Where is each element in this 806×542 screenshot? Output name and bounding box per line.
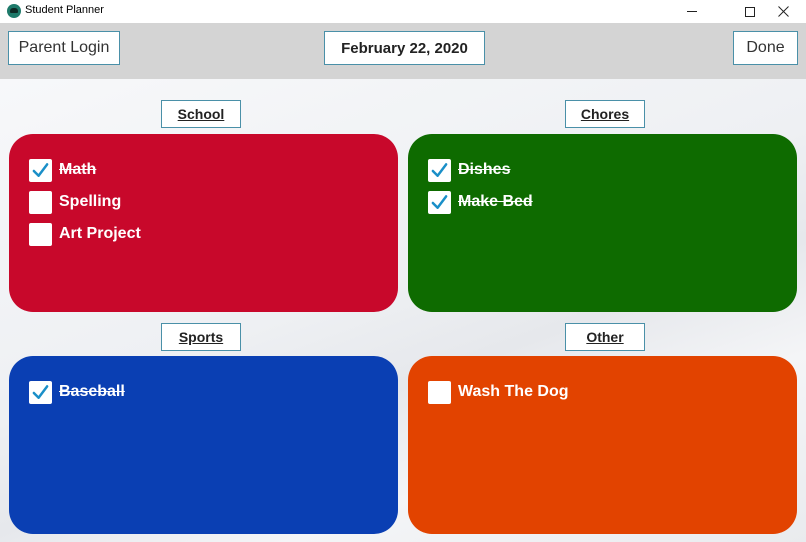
category-label-sports[interactable]: Sports bbox=[161, 323, 241, 351]
task-checkbox[interactable] bbox=[428, 190, 451, 214]
task-item[interactable]: Wash The Dog bbox=[428, 376, 797, 408]
task-label: Dishes bbox=[458, 161, 511, 178]
sports-panel: Baseball bbox=[9, 356, 398, 534]
title-bar: Student Planner bbox=[0, 0, 806, 23]
maximize-icon bbox=[745, 6, 755, 17]
app-icon bbox=[7, 4, 21, 18]
task-label: Math bbox=[59, 161, 97, 178]
other-panel: Wash The Dog bbox=[408, 356, 797, 534]
task-label: Wash The Dog bbox=[458, 383, 569, 400]
close-icon bbox=[777, 6, 789, 17]
task-checkbox[interactable] bbox=[428, 380, 451, 404]
task-item[interactable]: Dishes bbox=[428, 154, 797, 186]
task-label: Make Bed bbox=[458, 193, 533, 210]
task-checkbox[interactable] bbox=[29, 380, 52, 404]
task-item[interactable]: Spelling bbox=[29, 186, 398, 218]
task-label: Spelling bbox=[59, 193, 122, 210]
task-checkbox[interactable] bbox=[29, 190, 52, 214]
header-bar: Parent Login February 22, 2020 Done bbox=[0, 23, 806, 79]
checkmark-icon bbox=[32, 384, 49, 399]
parent-login-button[interactable]: Parent Login bbox=[8, 31, 120, 65]
school-panel: Math Spelling Art Project bbox=[9, 134, 398, 312]
checkmark-icon bbox=[431, 194, 448, 209]
checkmark-icon bbox=[431, 162, 448, 177]
task-checkbox[interactable] bbox=[428, 158, 451, 182]
minimize-button[interactable] bbox=[669, 0, 715, 23]
done-button[interactable]: Done bbox=[733, 31, 798, 65]
task-item[interactable]: Math bbox=[29, 154, 398, 186]
category-label-school[interactable]: School bbox=[161, 100, 241, 128]
close-button[interactable] bbox=[760, 0, 806, 23]
task-checkbox[interactable] bbox=[29, 222, 52, 246]
task-item[interactable]: Baseball bbox=[29, 376, 398, 408]
category-label-chores[interactable]: Chores bbox=[565, 100, 645, 128]
chores-panel: Dishes Make Bed bbox=[408, 134, 797, 312]
task-checkbox[interactable] bbox=[29, 158, 52, 182]
checkmark-icon bbox=[32, 162, 49, 177]
window-title: Student Planner bbox=[25, 4, 104, 16]
category-label-other[interactable]: Other bbox=[565, 323, 645, 351]
task-item[interactable]: Make Bed bbox=[428, 186, 797, 218]
task-item[interactable]: Art Project bbox=[29, 218, 398, 250]
minimize-icon bbox=[687, 11, 697, 12]
date-button[interactable]: February 22, 2020 bbox=[324, 31, 485, 65]
task-label: Art Project bbox=[59, 225, 141, 242]
task-label: Baseball bbox=[59, 383, 125, 400]
